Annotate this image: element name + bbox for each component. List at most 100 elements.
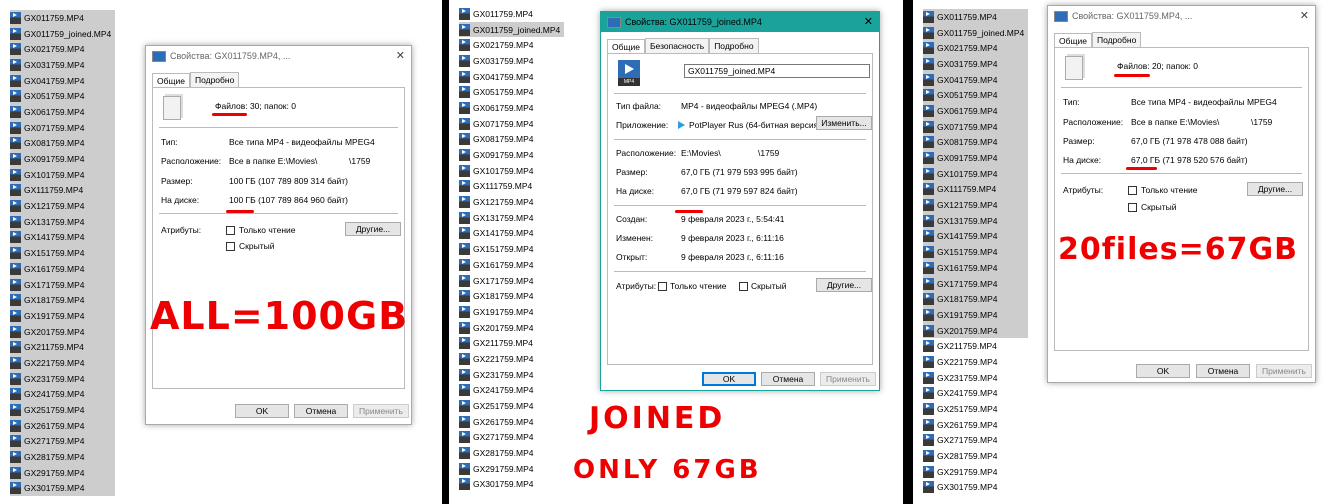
- tab-details[interactable]: Подробно: [189, 72, 240, 87]
- list-item[interactable]: GX241759.MP4: [10, 386, 116, 403]
- list-item[interactable]: GX031759.MP4: [459, 53, 564, 69]
- list-item[interactable]: GX101759.MP4: [459, 163, 564, 179]
- list-item[interactable]: GX141759.MP4: [10, 229, 116, 246]
- list-item[interactable]: GX171759.MP4: [459, 273, 564, 289]
- ok-button[interactable]: OK: [1136, 364, 1190, 378]
- list-item[interactable]: GX021759.MP4: [459, 37, 564, 53]
- list-item[interactable]: GX291759.MP4: [459, 461, 564, 477]
- list-item[interactable]: GX071759.MP4: [923, 118, 1029, 135]
- list-item[interactable]: GX011759_joined.MP4: [459, 21, 565, 38]
- list-item[interactable]: GX191759.MP4: [10, 308, 116, 324]
- list-item[interactable]: GX091759.MP4: [10, 151, 116, 167]
- list-item[interactable]: GX241759.MP4: [459, 383, 564, 399]
- list-item[interactable]: GX121759.MP4: [923, 197, 1029, 213]
- hidden-checkbox[interactable]: [739, 282, 748, 291]
- list-item[interactable]: GX251759.MP4: [10, 402, 116, 418]
- hidden-checkbox[interactable]: [1128, 203, 1137, 212]
- tab-general[interactable]: Общие: [152, 73, 190, 88]
- list-item[interactable]: GX121759.MP4: [10, 198, 116, 214]
- list-item[interactable]: GX081759.MP4: [923, 134, 1029, 151]
- list-item[interactable]: GX281759.MP4: [459, 445, 564, 461]
- list-item[interactable]: GX171759.MP4: [923, 275, 1029, 292]
- list-item[interactable]: GX101759.MP4: [923, 165, 1029, 182]
- list-item[interactable]: GX031759.MP4: [10, 57, 116, 73]
- list-item[interactable]: GX191759.MP4: [459, 304, 564, 320]
- list-item[interactable]: GX091759.MP4: [923, 150, 1029, 166]
- list-item[interactable]: GX041759.MP4: [923, 71, 1029, 88]
- list-item[interactable]: GX221759.MP4: [923, 354, 1028, 370]
- list-item[interactable]: GX201759.MP4: [459, 320, 564, 336]
- list-item[interactable]: GX021759.MP4: [923, 40, 1029, 57]
- list-item[interactable]: GX261759.MP4: [459, 414, 564, 430]
- list-item[interactable]: GX101759.MP4: [10, 166, 116, 183]
- list-item[interactable]: GX231759.MP4: [10, 370, 116, 387]
- list-item[interactable]: GX061759.MP4: [10, 104, 116, 120]
- ok-button[interactable]: OK: [235, 404, 289, 418]
- list-item[interactable]: GX271759.MP4: [459, 430, 564, 446]
- list-item[interactable]: GX231759.MP4: [923, 370, 1028, 386]
- list-item[interactable]: GX111759.MP4: [459, 179, 564, 195]
- list-item[interactable]: GX151759.MP4: [923, 244, 1029, 260]
- list-item[interactable]: GX221759.MP4: [10, 355, 116, 371]
- list-item[interactable]: GX061759.MP4: [459, 100, 564, 116]
- list-item[interactable]: GX011759_joined.MP4: [10, 25, 116, 42]
- list-item[interactable]: GX181759.MP4: [459, 288, 564, 304]
- list-item[interactable]: GX081759.MP4: [459, 132, 564, 148]
- list-item[interactable]: GX131759.MP4: [10, 213, 116, 230]
- list-item[interactable]: GX141759.MP4: [923, 228, 1029, 245]
- list-item[interactable]: GX191759.MP4: [923, 307, 1029, 323]
- list-item[interactable]: GX151759.MP4: [10, 245, 116, 261]
- dialog-titlebar[interactable]: Свойства: GX011759.MP4, ... ✕: [146, 46, 411, 66]
- list-item[interactable]: GX151759.MP4: [459, 241, 564, 257]
- list-item[interactable]: GX301759.MP4: [923, 480, 1028, 496]
- list-item[interactable]: GX291759.MP4: [923, 464, 1028, 480]
- close-icon[interactable]: ✕: [864, 15, 873, 28]
- list-item[interactable]: GX091759.MP4: [459, 147, 564, 163]
- dialog-titlebar[interactable]: Свойства: GX011759.MP4, ... ✕: [1048, 6, 1315, 26]
- readonly-checkbox[interactable]: [1128, 186, 1137, 195]
- list-item[interactable]: GX111759.MP4: [10, 182, 116, 199]
- list-item[interactable]: GX281759.MP4: [923, 448, 1028, 464]
- list-item[interactable]: GX011759_joined.MP4: [923, 24, 1029, 41]
- other-attributes-button[interactable]: Другие...: [345, 222, 401, 236]
- list-item[interactable]: GX251759.MP4: [459, 398, 564, 414]
- list-item[interactable]: GX261759.MP4: [10, 417, 116, 434]
- list-item[interactable]: GX251759.MP4: [923, 401, 1028, 417]
- list-item[interactable]: GX071759.MP4: [459, 116, 564, 132]
- list-item[interactable]: GX201759.MP4: [923, 322, 1029, 339]
- list-item[interactable]: GX181759.MP4: [923, 291, 1029, 308]
- list-item[interactable]: GX241759.MP4: [923, 386, 1028, 402]
- cancel-button[interactable]: Отмена: [1196, 364, 1250, 378]
- list-item[interactable]: GX271759.MP4: [10, 433, 116, 450]
- list-item[interactable]: GX211759.MP4: [459, 335, 564, 351]
- list-item[interactable]: GX281759.MP4: [10, 449, 116, 465]
- list-item[interactable]: GX011759.MP4: [10, 10, 116, 26]
- list-item[interactable]: GX041759.MP4: [10, 72, 116, 89]
- tab-general[interactable]: Общие: [1054, 33, 1092, 48]
- list-item[interactable]: GX211759.MP4: [10, 339, 116, 356]
- list-item[interactable]: GX291759.MP4: [10, 464, 116, 481]
- list-item[interactable]: GX181759.MP4: [10, 292, 116, 309]
- list-item[interactable]: GX221759.MP4: [459, 351, 564, 367]
- list-item[interactable]: GX301759.MP4: [10, 480, 116, 497]
- other-attributes-button[interactable]: Другие...: [816, 278, 872, 292]
- readonly-checkbox[interactable]: [658, 282, 667, 291]
- ok-button[interactable]: OK: [702, 372, 756, 386]
- tab-general[interactable]: Общие: [607, 39, 645, 54]
- list-item[interactable]: GX161759.MP4: [459, 257, 564, 273]
- list-item[interactable]: GX071759.MP4: [10, 119, 116, 136]
- list-item[interactable]: GX131759.MP4: [923, 212, 1029, 229]
- hidden-checkbox[interactable]: [226, 242, 235, 251]
- cancel-button[interactable]: Отмена: [761, 372, 815, 386]
- readonly-checkbox[interactable]: [226, 226, 235, 235]
- list-item[interactable]: GX171759.MP4: [10, 276, 116, 293]
- list-item[interactable]: GX271759.MP4: [923, 433, 1028, 449]
- list-item[interactable]: GX131759.MP4: [459, 210, 564, 226]
- list-item[interactable]: GX021759.MP4: [10, 41, 116, 58]
- list-item[interactable]: GX061759.MP4: [923, 103, 1029, 119]
- list-item[interactable]: GX211759.MP4: [923, 338, 1028, 354]
- list-item[interactable]: GX201759.MP4: [10, 323, 116, 340]
- change-app-button[interactable]: Изменить...: [816, 116, 872, 130]
- dialog-titlebar[interactable]: Свойства: GX011759_joined.MP4 ✕: [601, 12, 879, 32]
- tab-security[interactable]: Безопасность: [644, 38, 710, 53]
